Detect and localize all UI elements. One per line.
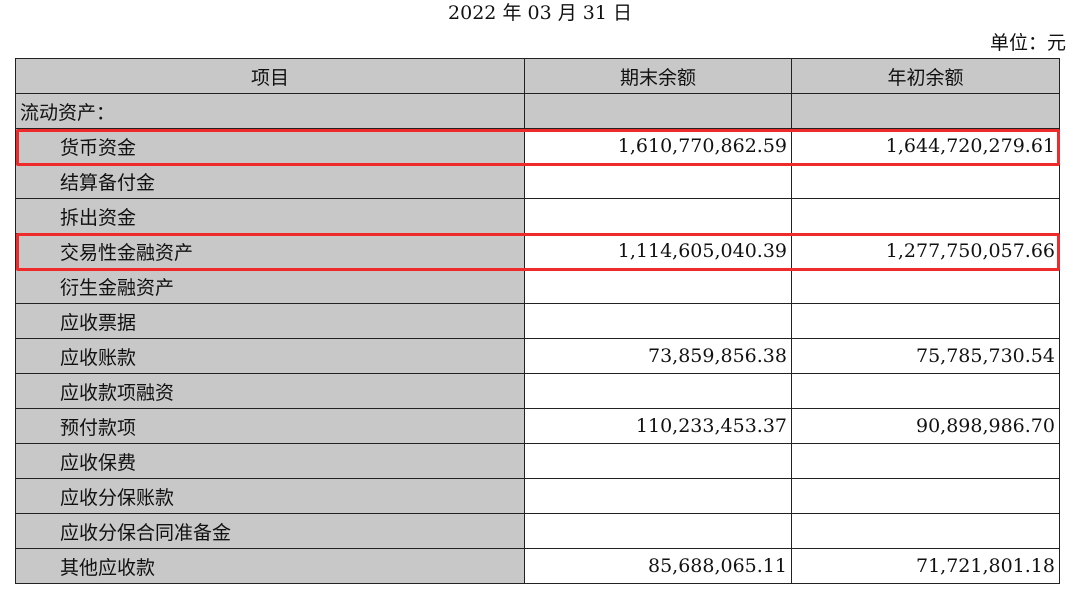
row-item-label: 其他应收款 (15, 548, 525, 584)
row-item-label: 交易性金融资产 (15, 233, 525, 269)
table-row: 应收保费 (15, 443, 1060, 479)
table-row: 应收分保合同准备金 (15, 513, 1060, 549)
table-row: 预付款项 110,233,453.37 90,898,986.70 (15, 408, 1060, 444)
row-year-begin-value (791, 513, 1060, 549)
row-period-end-value (524, 513, 792, 549)
row-period-end-value (524, 163, 792, 199)
row-year-begin-value (791, 163, 1060, 199)
row-item-label: 拆出资金 (15, 198, 525, 234)
row-year-begin-value: 1,644,720,279.61 (791, 128, 1060, 164)
table-row: 衍生金融资产 (15, 268, 1060, 304)
table-row: 结算备付金 (15, 163, 1060, 199)
row-item-label: 应收分保账款 (15, 478, 525, 514)
row-year-begin-value (791, 443, 1060, 479)
balance-sheet-table: 项目 期末余额 年初余额 流动资产： 货币资金 1,610,770,862.59… (15, 58, 1060, 584)
table-row: 应收票据 (15, 303, 1060, 339)
row-year-begin-value: 75,785,730.54 (791, 338, 1060, 374)
row-period-end-value (524, 443, 792, 479)
row-year-begin-value: 71,721,801.18 (791, 548, 1060, 584)
table-row: 应收账款 73,859,856.38 75,785,730.54 (15, 338, 1060, 374)
column-header-item: 项目 (15, 58, 525, 94)
column-header-year-begin: 年初余额 (791, 58, 1060, 94)
row-item-label: 应收票据 (15, 303, 525, 339)
row-item-label: 应收款项融资 (15, 373, 525, 409)
row-year-begin-value (791, 303, 1060, 339)
row-period-end-value: 110,233,453.37 (524, 408, 792, 444)
column-header-period-end: 期末余额 (524, 58, 792, 94)
row-period-end-value (524, 373, 792, 409)
table-row: 货币资金 1,610,770,862.59 1,644,720,279.61 (15, 128, 1060, 164)
row-period-end-value: 1,610,770,862.59 (524, 128, 792, 164)
row-year-begin-value (791, 268, 1060, 304)
table-row: 交易性金融资产 1,114,605,040.39 1,277,750,057.6… (15, 233, 1060, 269)
row-year-begin-value: 1,277,750,057.66 (791, 233, 1060, 269)
row-item-label: 衍生金融资产 (15, 268, 525, 304)
row-period-end-value (524, 198, 792, 234)
row-year-begin-value: 90,898,986.70 (791, 408, 1060, 444)
row-item-label: 应收分保合同准备金 (15, 513, 525, 549)
table-header-row: 项目 期末余额 年初余额 (15, 58, 1060, 94)
table-row-section-current-assets: 流动资产： (15, 93, 1060, 129)
row-period-end-value: 1,114,605,040.39 (524, 233, 792, 269)
table-row: 应收分保账款 (15, 478, 1060, 514)
row-period-end-value (524, 478, 792, 514)
row-year-begin-value (791, 93, 1060, 129)
table-row: 应收款项融资 (15, 373, 1060, 409)
table-row: 其他应收款 85,688,065.11 71,721,801.18 (15, 548, 1060, 584)
row-year-begin-value (791, 478, 1060, 514)
row-period-end-value: 85,688,065.11 (524, 548, 792, 584)
row-item-label: 结算备付金 (15, 163, 525, 199)
row-period-end-value: 73,859,856.38 (524, 338, 792, 374)
row-year-begin-value (791, 198, 1060, 234)
row-period-end-value (524, 268, 792, 304)
row-period-end-value (524, 93, 792, 129)
row-period-end-value (524, 303, 792, 339)
row-item-label: 预付款项 (15, 408, 525, 444)
row-year-begin-value (791, 373, 1060, 409)
row-item-label: 货币资金 (15, 128, 525, 164)
row-item-label: 应收保费 (15, 443, 525, 479)
currency-unit: 单位：元 (989, 32, 1066, 54)
table-row: 拆出资金 (15, 198, 1060, 234)
row-item-label: 应收账款 (15, 338, 525, 374)
row-item-label: 流动资产： (15, 93, 525, 129)
report-date: 2022 年 03 月 31 日 (448, 2, 632, 24)
